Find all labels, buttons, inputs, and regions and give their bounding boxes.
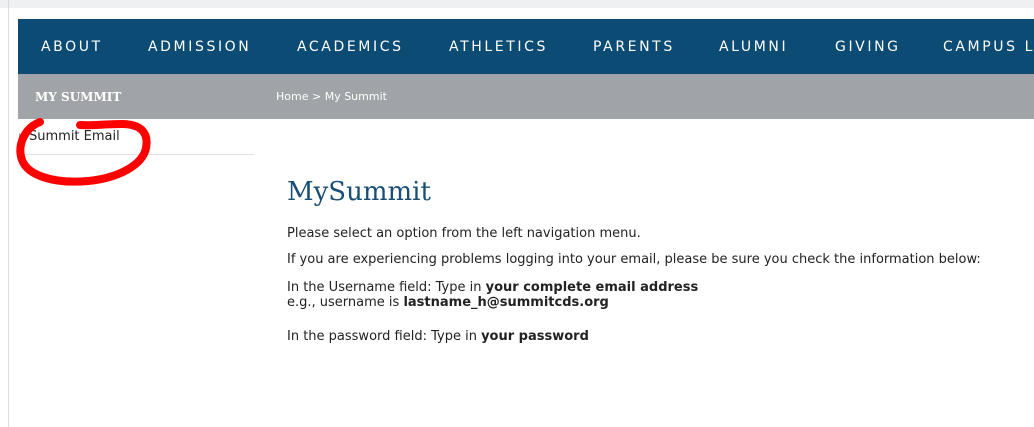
breadcrumb-separator: >: [311, 90, 322, 103]
nav-item-academics[interactable]: ACADEMICS: [297, 39, 404, 55]
nav-item-about[interactable]: ABOUT: [41, 39, 103, 55]
nav-item-parents[interactable]: PARENTS: [593, 39, 675, 55]
breadcrumb: Home > My Summit: [276, 90, 387, 103]
example-prefix: e.g., username is: [287, 295, 404, 310]
window-top-border: [0, 0, 1034, 8]
username-instructions: In the Username field: Type in your comp…: [287, 280, 1027, 310]
password-instructions: In the password field: Type in your pass…: [287, 329, 1027, 344]
sidebar-item-summit-email[interactable]: Summit Email: [18, 119, 254, 155]
nav-item-campus-life[interactable]: CAMPUS L: [943, 39, 1034, 55]
help-text: If you are experiencing problems logging…: [287, 252, 981, 267]
left-navigation: Summit Email: [18, 119, 254, 155]
breadcrumb-current: My Summit: [324, 90, 387, 103]
username-emphasis: your complete email address: [485, 280, 699, 295]
main-navigation: ABOUT ADMISSION ACADEMICS ATHLETICS PARE…: [18, 19, 1034, 74]
window-left-border: [8, 0, 9, 427]
password-emphasis: your password: [481, 329, 589, 344]
triangle-right-icon: [19, 133, 23, 139]
sidebar-item-label: Summit Email: [29, 129, 120, 144]
section-title: MY SUMMIT: [35, 90, 122, 104]
section-bar: MY SUMMIT Home > My Summit: [18, 74, 1034, 119]
nav-item-alumni[interactable]: ALUMNI: [719, 39, 788, 55]
breadcrumb-home-link[interactable]: Home: [276, 90, 308, 103]
main-content: MySummit Please select an option from th…: [287, 174, 1027, 344]
username-prefix: In the Username field: Type in: [287, 280, 486, 295]
intro-text: Please select an option from the left na…: [287, 226, 641, 241]
page-title: MySummit: [287, 177, 431, 207]
nav-item-giving[interactable]: GIVING: [835, 39, 901, 55]
example-email: lastname_h@summitcds.org: [403, 295, 609, 310]
password-prefix: In the password field: Type in: [287, 329, 482, 344]
nav-item-athletics[interactable]: ATHLETICS: [449, 39, 548, 55]
nav-item-admission[interactable]: ADMISSION: [148, 39, 251, 55]
